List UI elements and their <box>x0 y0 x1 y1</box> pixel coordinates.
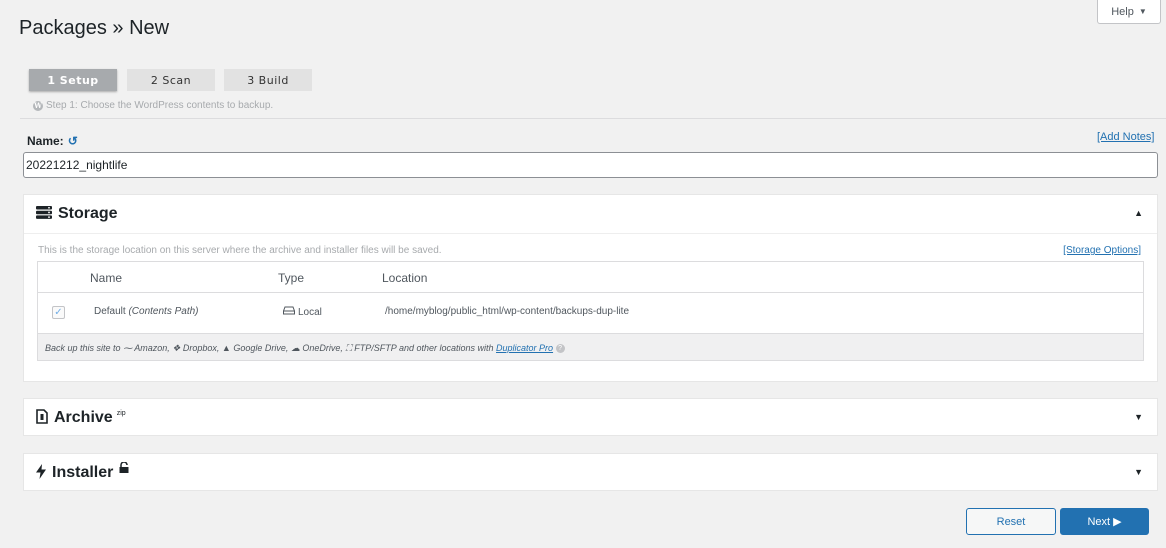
promo-amazon: Amazon, <box>134 343 170 353</box>
expand-icon[interactable]: ▼ <box>1134 412 1143 422</box>
storage-divider <box>24 233 1157 234</box>
package-name-input[interactable] <box>23 152 1158 178</box>
storage-title: Storage <box>58 205 118 222</box>
promo-onedrive: OneDrive, <box>302 343 343 353</box>
storage-name: Default (Contents Path) <box>94 306 199 317</box>
storage-name-text: Default <box>94 306 126 317</box>
pro-promo: Back up this site to ⁓ Amazon, ❖ Dropbox… <box>38 333 1143 360</box>
caret-down-icon: ▼ <box>1138 7 1147 16</box>
archive-panel: Archive zip ▼ <box>23 398 1158 436</box>
help-button[interactable]: Help ▼ <box>1097 0 1161 24</box>
column-header-location: Location <box>382 271 428 285</box>
amazon-icon: ⁓ <box>123 343 133 353</box>
storage-icon <box>36 206 52 222</box>
column-header-name: Name <box>90 271 123 285</box>
installer-header[interactable]: Installer ▼ <box>24 454 1157 492</box>
installer-panel: Installer ▼ <box>23 453 1158 491</box>
play-icon: ▶ <box>1113 516 1122 528</box>
onedrive-icon: ☁ <box>290 343 300 353</box>
table-row: ✓ Default (Contents Path) Local /home/my… <box>38 293 1143 333</box>
help-label: Help <box>1111 5 1134 18</box>
step-description: W Step 1: Choose the WordPress contents … <box>33 100 273 111</box>
reset-name-icon[interactable]: ↺ <box>68 134 78 148</box>
archive-title: Archive <box>54 409 113 426</box>
next-label: Next <box>1087 515 1111 528</box>
step-scan[interactable]: 2 Scan <box>127 69 215 91</box>
duplicator-pro-link[interactable]: Duplicator Pro <box>496 343 553 353</box>
network-icon: ⛶ <box>345 343 352 353</box>
storage-options-link[interactable]: [Storage Options] <box>1063 245 1141 256</box>
unlock-icon <box>119 460 129 478</box>
name-label: Name: ↺ <box>27 134 78 148</box>
google-drive-icon: ▲ <box>221 343 231 353</box>
name-label-text: Name: <box>27 134 64 148</box>
installer-title: Installer <box>52 464 114 481</box>
hard-drive-icon <box>283 306 295 318</box>
archive-tag: zip <box>116 409 126 417</box>
expand-icon[interactable]: ▼ <box>1134 467 1143 477</box>
step-description-text: Step 1: Choose the WordPress contents to… <box>46 100 274 111</box>
add-notes-link[interactable]: [Add Notes] <box>1097 131 1154 143</box>
next-button[interactable]: Next ▶ <box>1060 508 1149 535</box>
file-zip-icon <box>36 409 48 427</box>
storage-description: This is the storage location on this ser… <box>38 245 442 256</box>
archive-header[interactable]: Archive zip ▼ <box>24 399 1157 437</box>
storage-type: Local <box>283 306 322 318</box>
storage-type-text: Local <box>298 306 322 318</box>
promo-ftp: FTP/SFTP and other locations with <box>354 343 494 353</box>
page-title: Packages » New <box>19 17 170 39</box>
bolt-icon <box>36 464 46 482</box>
promo-gdrive: Google Drive, <box>233 343 289 353</box>
dropbox-icon: ❖ <box>172 343 181 353</box>
divider <box>20 118 1166 119</box>
storage-checkbox[interactable]: ✓ <box>52 306 65 319</box>
step-setup[interactable]: 1 Setup <box>29 69 117 91</box>
storage-header[interactable]: Storage ▲ <box>24 195 1157 233</box>
storage-panel: Storage ▲ This is the storage location o… <box>23 194 1158 382</box>
reset-button[interactable]: Reset <box>966 508 1056 535</box>
promo-dropbox: Dropbox, <box>182 343 220 353</box>
column-header-type: Type <box>278 271 305 285</box>
storage-location: /home/myblog/public_html/wp-content/back… <box>385 306 630 317</box>
storage-table: Name Type Location ✓ Default (Contents P… <box>37 261 1144 361</box>
collapse-icon[interactable]: ▲ <box>1134 208 1143 218</box>
wordpress-icon: W <box>33 100 43 111</box>
promo-prefix: Back up this site to <box>45 343 121 353</box>
step-build[interactable]: 3 Build <box>224 69 312 91</box>
help-icon[interactable]: ? <box>555 344 565 354</box>
storage-name-suffix: (Contents Path) <box>128 306 199 317</box>
